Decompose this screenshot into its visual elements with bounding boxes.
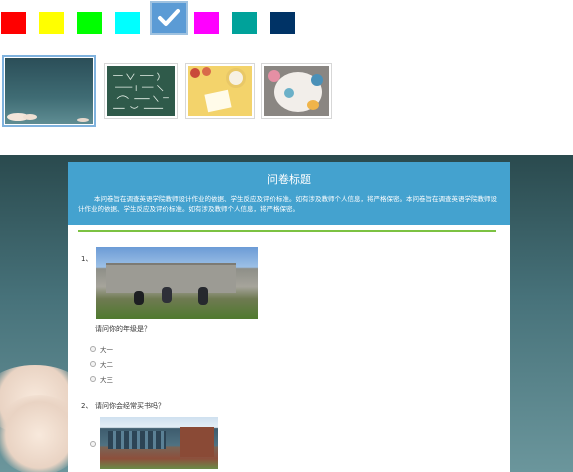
table-top-theme-image (264, 66, 329, 116)
color-swatch-magenta[interactable] (194, 12, 219, 34)
survey-description[interactable]: 本问卷旨在调查英语学院教师设计作业的依据、学生反应及评价标准。如有涉及教师个人信… (68, 194, 510, 214)
checkmark-icon (158, 9, 180, 26)
option-label: 大二 (100, 361, 113, 369)
library-building-photo (100, 417, 218, 469)
formula-scribbles (113, 72, 169, 109)
color-swatch-teal[interactable] (232, 12, 257, 34)
theme-thumb-table-top[interactable] (261, 63, 332, 119)
question-text: 请问你的年级是？ (95, 325, 151, 333)
color-swatch-yellow[interactable] (39, 12, 64, 34)
option-row[interactable]: 大二 (90, 359, 113, 369)
theme-thumb-chalkboard[interactable] (104, 63, 178, 119)
option-label: 大三 (100, 376, 113, 384)
theme-preview: 问卷标题 本问卷旨在调查英语学院教师设计作业的依据、学生反应及评价标准。如有涉及… (0, 155, 573, 472)
theme-thumb-yellow-desk[interactable] (185, 63, 255, 119)
color-swatch-blue-selected[interactable] (150, 1, 188, 35)
chalkboard-theme-image (107, 66, 175, 116)
campus-building-photo (96, 247, 258, 319)
color-swatch-green[interactable] (77, 12, 102, 34)
color-swatch-navy[interactable] (270, 12, 295, 34)
header-divider (78, 230, 496, 232)
theme-thumb-sky[interactable] (2, 55, 96, 127)
survey-header: 问卷标题 本问卷旨在调查英语学院教师设计作业的依据、学生反应及评价标准。如有涉及… (68, 162, 510, 225)
radio-button[interactable] (90, 346, 96, 352)
survey-card: 问卷标题 本问卷旨在调查英语学院教师设计作业的依据、学生反应及评价标准。如有涉及… (68, 162, 510, 472)
radio-button[interactable] (90, 441, 96, 447)
question-text: 请问你会经常买书吗？ (95, 402, 165, 410)
survey-title[interactable]: 问卷标题 (68, 173, 510, 187)
option-row[interactable] (90, 441, 100, 447)
radio-button[interactable] (90, 361, 96, 367)
option-label: 大一 (100, 346, 113, 354)
color-swatch-cyan[interactable] (115, 12, 140, 34)
option-row[interactable]: 大三 (90, 374, 113, 384)
color-swatch-red[interactable] (1, 12, 26, 34)
radio-button[interactable] (90, 376, 96, 382)
question-number: 1、 (81, 255, 93, 263)
option-row[interactable]: 大一 (90, 344, 113, 354)
sky-theme-image (5, 58, 93, 124)
yellow-desk-theme-image (188, 66, 252, 116)
question-number: 2、 (81, 402, 93, 410)
theme-editor: 问卷标题 本问卷旨在调查英语学院教师设计作业的依据、学生反应及评价标准。如有涉及… (0, 0, 573, 472)
